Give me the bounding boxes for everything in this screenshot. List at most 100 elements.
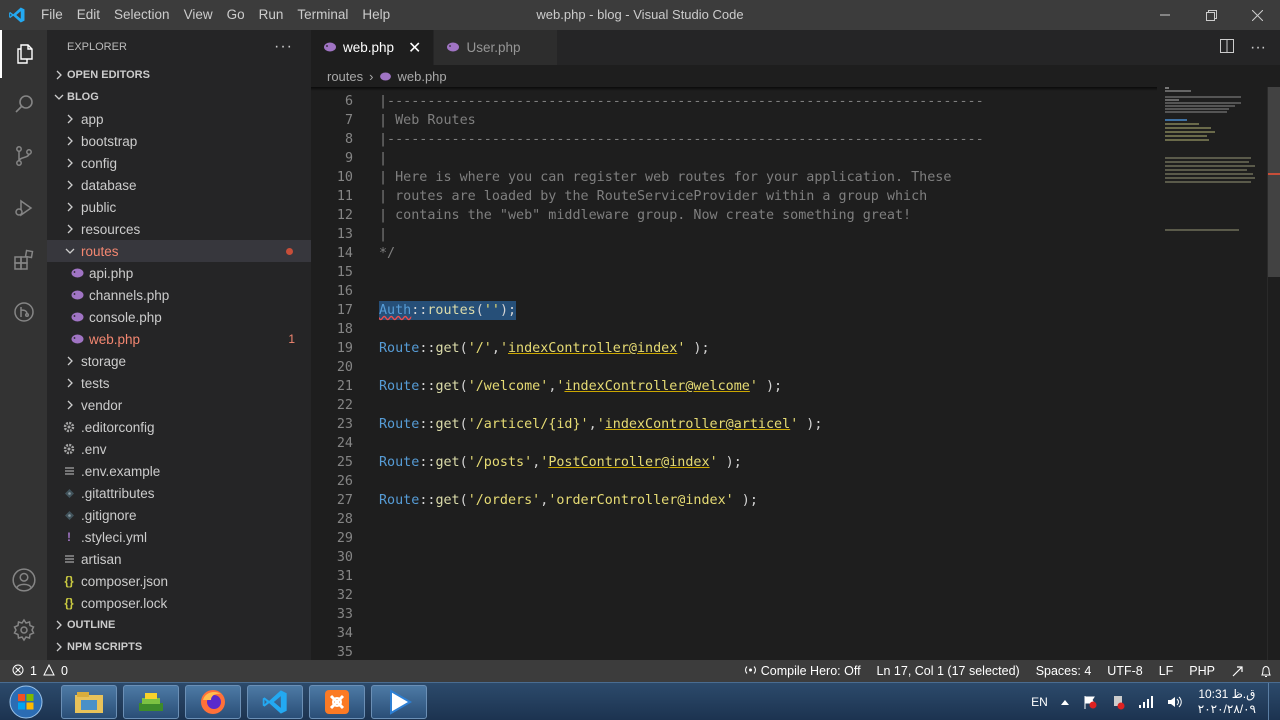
tree-item-dot-gitattributes[interactable]: .gitattributes [47,482,311,504]
open-editors-section[interactable]: OPEN EDITORS [47,64,311,86]
menu-edit[interactable]: Edit [70,0,107,30]
settings-gear-icon[interactable] [0,606,47,654]
tree-item-channels-php[interactable]: channels.php [47,284,311,306]
tree-item-label: storage [81,353,127,369]
menu-help[interactable]: Help [355,0,397,30]
indentation[interactable]: Spaces: 4 [1028,664,1100,678]
tree-item-label: artisan [81,551,122,567]
scrollbar-thumb[interactable] [1268,87,1280,277]
menu-view[interactable]: View [177,0,220,30]
tree-item-dot-env[interactable]: .env [47,438,311,460]
accounts-icon[interactable] [0,556,47,604]
live-share-icon[interactable] [1223,665,1252,678]
tree-item-resources[interactable]: resources [47,218,311,240]
tree-item-label: config [81,155,118,171]
tree-item-bootstrap[interactable]: bootstrap [47,130,311,152]
more-actions-icon[interactable]: ··· [274,38,293,56]
menu-file[interactable]: File [34,0,70,30]
gitlens-icon[interactable] [0,288,47,336]
tree-item-app[interactable]: app [47,108,311,130]
tab-user-php[interactable]: User.php [434,30,559,65]
restore-button[interactable] [1188,0,1234,30]
firefox-taskbar-icon[interactable] [185,685,241,719]
start-button[interactable] [4,684,48,720]
code-editor[interactable]: 6 |--------------------------------------… [311,87,1157,660]
minimap[interactable] [1157,87,1267,660]
notifications-bell-icon[interactable] [1252,665,1280,678]
tree-item-dot-gitignore[interactable]: .gitignore [47,504,311,526]
source-control-icon[interactable] [0,132,47,180]
vscode-window: File Edit Selection View Go Run Terminal Help w… [0,0,1280,720]
tree-item-dot-env-example[interactable]: .env.example [47,460,311,482]
breadcrumb-folder[interactable]: routes [327,69,363,84]
tree-item-api-php[interactable]: api.php [47,262,311,284]
code-line: 35 [311,643,1157,660]
media-player-taskbar-icon[interactable] [371,685,427,719]
tree-item-composer-json[interactable]: {} composer.json [47,570,311,592]
code-token: ); [798,417,823,432]
tree-item-vendor[interactable]: vendor [47,394,311,416]
outline-section[interactable]: OUTLINE [47,614,311,636]
tree-item-database[interactable]: database [47,174,311,196]
clock-date: ۲۰۲۰/۲۸/۰۹ [1197,702,1256,716]
tree-item-dot-editorconfig[interactable]: .editorconfig [47,416,311,438]
window-controls [1142,0,1280,30]
encoding[interactable]: UTF-8 [1099,664,1150,678]
compile-hero-toggle[interactable]: Compile Hero: Off [736,664,869,678]
menu-selection[interactable]: Selection [107,0,177,30]
tab-web-php[interactable]: web.php ✕ [311,30,435,65]
code-line: 23 Route::get('/articel/{id}','indexContr… [311,415,1157,434]
tree-item-label: console.php [89,309,162,325]
volume-icon[interactable] [1160,695,1190,709]
line-number: 14 [336,246,353,261]
tree-item-composer-lock[interactable]: {} composer.lock [47,592,311,614]
explorer-icon[interactable] [0,30,47,78]
tree-item-console-php[interactable]: console.php [47,306,311,328]
breadcrumb-file[interactable]: web.php [397,69,446,84]
menu-run[interactable]: Run [252,0,291,30]
chevron-right-icon [63,158,77,168]
end-of-line[interactable]: LF [1151,664,1182,678]
tree-item-tests[interactable]: tests [47,372,311,394]
xampp-taskbar-icon[interactable] [309,685,365,719]
chevron-right-icon [51,642,67,652]
run-debug-icon[interactable] [0,184,47,232]
menu-go[interactable]: Go [220,0,252,30]
vscode-taskbar-icon[interactable] [247,685,303,719]
network-signal-icon[interactable] [1132,695,1160,709]
error-count: 1 [30,664,37,678]
code-line: 24 [311,434,1157,453]
status-bar: 1 0 Compile Hero: Off Ln 17, Col 1 (17 s… [0,660,1280,682]
language-mode[interactable]: PHP [1181,664,1223,678]
npm-scripts-section[interactable]: NPM SCRIPTS [47,636,311,658]
split-editor-icon[interactable] [1220,39,1235,56]
menu-terminal[interactable]: Terminal [290,0,355,30]
cursor-position[interactable]: Ln 17, Col 1 (17 selected) [869,664,1028,678]
usb-device-icon[interactable] [1104,694,1132,710]
tree-item-config[interactable]: config [47,152,311,174]
code-token: | Web Routes [379,113,476,128]
show-hidden-icons-icon[interactable] [1054,698,1076,706]
tree-item-public[interactable]: public [47,196,311,218]
project-section[interactable]: BLOG [47,86,311,108]
taskbar-clock[interactable]: 10:31 ق.ظ ۲۰۲۰/۲۸/۰۹ [1190,687,1268,717]
tree-item-dot-styleci-yml[interactable]: ! .styleci.yml [47,526,311,548]
close-tab-icon[interactable]: ✕ [408,38,421,58]
more-actions-icon[interactable]: ··· [1250,39,1266,57]
extensions-icon[interactable] [0,236,47,284]
tree-item-storage[interactable]: storage [47,350,311,372]
code-line: 33 [311,605,1157,624]
minimize-button[interactable] [1142,0,1188,30]
tree-item-web-php[interactable]: web.php 1 [47,328,311,350]
bluestacks-taskbar-icon[interactable] [123,685,179,719]
tree-item-artisan[interactable]: artisan [47,548,311,570]
action-center-flag-icon[interactable] [1076,694,1104,710]
input-language[interactable]: EN [1025,695,1054,709]
search-icon[interactable] [0,80,47,128]
code-token: :: [419,341,436,356]
tree-item-routes[interactable]: routes [47,240,311,262]
file-explorer-taskbar-icon[interactable] [61,685,117,719]
problems-indicator[interactable]: 1 0 [0,663,68,679]
show-desktop-button[interactable] [1268,683,1280,720]
close-window-button[interactable] [1234,0,1280,30]
